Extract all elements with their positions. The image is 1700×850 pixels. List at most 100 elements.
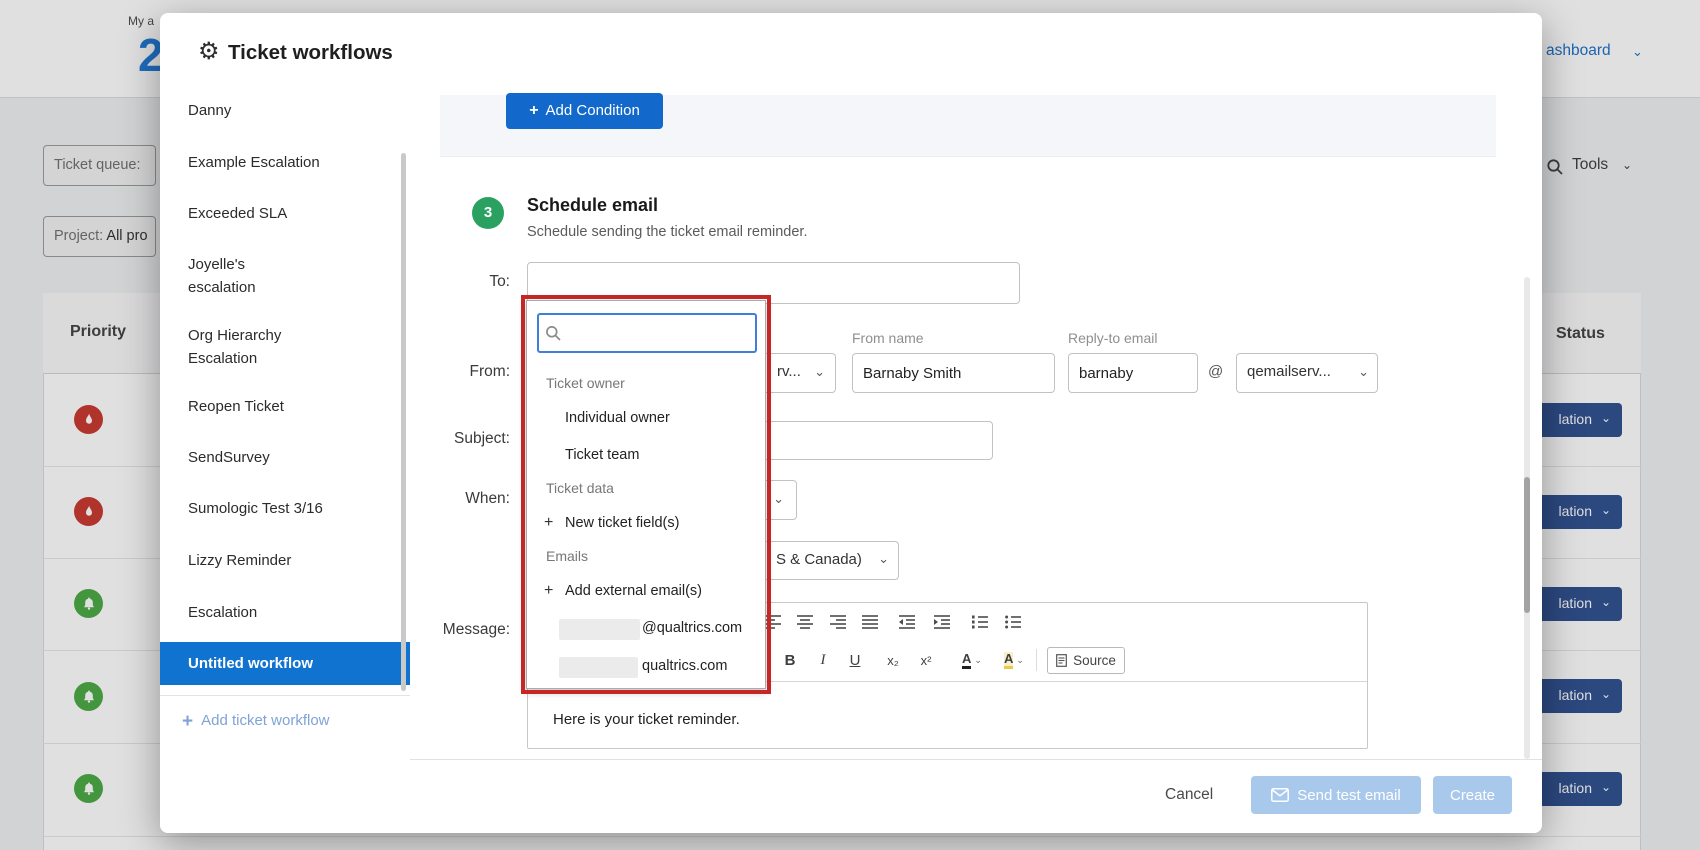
add-condition-button[interactable]: + Add Condition [506,93,663,129]
redacted-text-block [559,657,638,678]
outdent-button[interactable] [895,610,919,634]
bold-button[interactable]: B [778,648,802,672]
gear-icon: ⚙ [198,37,220,66]
italic-label: I [821,652,826,669]
chevron-down-icon: ⌄ [773,491,784,507]
plus-icon: + [529,102,538,119]
at-symbol: @ [1208,363,1223,380]
to-label: To: [390,273,510,291]
dropdown-option[interactable]: Individual owner [565,410,670,426]
create-label: Create [1450,787,1495,804]
ticket-workflows-modal: ⚙ Ticket workflows Danny Example Escalat… [160,13,1542,833]
modal-scrollbar-thumb[interactable] [1524,477,1530,613]
indent-button[interactable] [930,610,954,634]
align-justify-button[interactable] [858,610,882,634]
from-name-label: From name [852,330,924,346]
chevron-down-icon: ⌄ [1016,655,1024,666]
superscript-label: x² [921,653,932,668]
underline-label: U [850,652,861,669]
envelope-icon [1271,788,1289,802]
text-color-button[interactable]: A⌄ [956,648,988,672]
message-body-text[interactable]: Here is your ticket reminder. [553,711,740,728]
when-label: When: [390,490,510,508]
send-test-email-button[interactable]: Send test email [1251,776,1421,814]
reply-to-input[interactable] [1068,353,1198,393]
dropdown-add-option[interactable]: Add external email(s) [565,583,702,599]
sidebar-item-selected[interactable]: Untitled workflow [160,642,410,685]
sidebar-item-workflow[interactable]: Org Hierarchy Escalation [188,324,313,370]
align-center-button[interactable] [793,610,817,634]
dropdown-option[interactable]: Ticket team [565,447,639,463]
ordered-list-icon [972,615,988,629]
step-subtitle: Schedule sending the ticket email remind… [527,224,808,240]
timezone-value: S & Canada) [776,551,862,568]
align-justify-icon [862,615,878,629]
align-center-icon [797,615,813,629]
indent-icon [934,615,950,629]
redacted-text-block [559,619,640,640]
from-name-input[interactable] [852,353,1055,393]
dropdown-email-option[interactable]: qualtrics.com [642,658,727,674]
sidebar-item-workflow[interactable]: Joyelle's escalation [188,253,283,299]
source-icon [1056,654,1067,667]
reply-domain-select[interactable]: qemailserv... ⌄ [1236,353,1378,393]
reply-domain-value: qemailserv... [1247,363,1351,380]
sidebar-scrollbar[interactable] [401,153,406,691]
modal-title: Ticket workflows [228,41,393,65]
create-button[interactable]: Create [1433,776,1512,814]
sidebar-item-workflow[interactable]: SendSurvey [188,446,270,469]
add-workflow-label: Add ticket workflow [201,712,329,729]
outdent-icon [899,615,915,629]
chevron-down-icon: ⌄ [974,655,982,666]
from-domain-value: rv... [777,363,801,380]
modal-footer: Cancel Send test email Create [410,759,1542,833]
background-color-icon: A [1004,652,1013,669]
align-right-icon [830,615,846,629]
subscript-button[interactable]: x₂ [881,648,905,672]
add-condition-label: Add Condition [546,102,640,119]
to-input[interactable] [527,262,1020,304]
sidebar-item-workflow[interactable]: Escalation [188,601,257,624]
plus-icon: + [544,514,553,532]
step-title: Schedule email [527,195,658,216]
dropdown-add-option[interactable]: New ticket field(s) [565,515,679,531]
bullet-list-button[interactable] [1001,610,1025,634]
dropdown-search-input[interactable] [537,313,757,353]
sidebar-item-label: Untitled workflow [188,642,313,685]
chevron-down-icon: ⌄ [878,551,889,567]
from-label: From: [390,363,510,381]
send-test-email-label: Send test email [1297,787,1400,804]
reply-to-label: Reply-to email [1068,330,1157,346]
sidebar-item-workflow[interactable]: Example Escalation [188,151,320,174]
sidebar-item-workflow[interactable]: Exceeded SLA [188,202,287,225]
source-label: Source [1073,653,1116,668]
sidebar-divider [160,695,410,696]
subscript-label: x₂ [887,653,899,668]
align-right-button[interactable] [826,610,850,634]
superscript-button[interactable]: x² [914,648,938,672]
source-button[interactable]: Source [1047,647,1125,674]
step-number-badge: 3 [472,197,504,229]
screen: My a 2 ashboard ⌄ Ticket queue: Project:… [0,0,1700,850]
sidebar-item-workflow[interactable]: Danny [188,99,231,122]
add-ticket-workflow-button[interactable]: +Add ticket workflow [182,711,330,733]
search-icon [545,325,562,342]
sidebar-item-workflow[interactable]: Lizzy Reminder [188,549,291,572]
italic-button[interactable]: I [811,648,835,672]
background-color-button[interactable]: A⌄ [998,648,1030,672]
workflow-sidebar: Danny Example Escalation Exceeded SLA Jo… [160,91,410,833]
align-left-icon [765,615,781,629]
bullet-list-icon [1005,615,1021,629]
underline-button[interactable]: U [843,648,867,672]
ordered-list-button[interactable] [968,610,992,634]
dropdown-group-label: Emails [546,548,588,564]
cancel-button[interactable]: Cancel [1165,786,1213,804]
dropdown-group-label: Ticket data [546,480,614,496]
dropdown-group-label: Ticket owner [546,375,625,391]
to-field-dropdown: Ticket owner Individual owner Ticket tea… [526,300,766,689]
chevron-down-icon: ⌄ [814,364,825,380]
dropdown-email-option[interactable]: @qualtrics.com [642,620,742,636]
message-label: Message: [390,621,510,639]
sidebar-item-workflow[interactable]: Sumologic Test 3/16 [188,497,323,520]
sidebar-item-workflow[interactable]: Reopen Ticket [188,395,284,418]
